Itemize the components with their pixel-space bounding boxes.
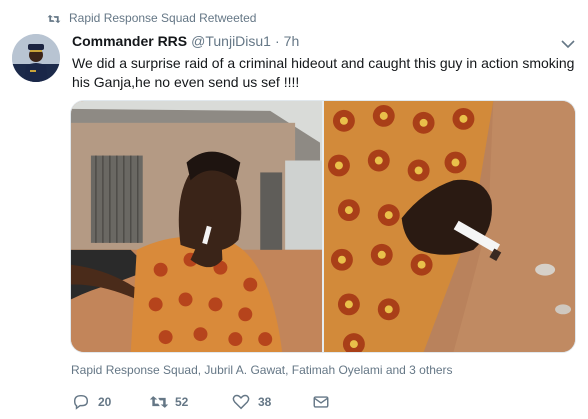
tweet-header: Commander RRS @TunjiDisu1 · 7h [72, 33, 299, 51]
like-button[interactable]: 38 [232, 392, 271, 412]
avatar[interactable] [12, 34, 60, 82]
retweet-icon [149, 393, 169, 411]
tweet-media[interactable] [70, 100, 576, 353]
separator-dot: · [274, 33, 280, 49]
retweet-count: 52 [175, 395, 189, 409]
likers-summary[interactable]: Rapid Response Squad, Jubril A. Gawat, F… [71, 363, 453, 377]
retweet-icon [47, 12, 61, 24]
retweet-context-label[interactable]: Rapid Response Squad Retweeted [69, 11, 256, 25]
tweet-timestamp[interactable]: 7h [284, 33, 300, 49]
heart-icon [232, 393, 250, 411]
envelope-icon [312, 393, 330, 411]
retweet-context[interactable]: Rapid Response Squad Retweeted [47, 10, 256, 26]
photo-man-smoking[interactable] [71, 101, 322, 352]
author-name[interactable]: Commander RRS [72, 33, 187, 49]
reply-icon [72, 393, 90, 411]
reply-count: 20 [98, 395, 112, 409]
reply-button[interactable]: 20 [72, 392, 111, 412]
tweet-text: We did a surprise raid of a criminal hid… [72, 55, 575, 90]
photo-hand-cigarette[interactable] [324, 101, 575, 352]
retweet-button[interactable]: 52 [149, 392, 188, 412]
like-count: 38 [258, 395, 272, 409]
chevron-down-icon[interactable] [561, 36, 575, 49]
direct-message-button[interactable] [312, 392, 330, 412]
author-handle[interactable]: @TunjiDisu1 [191, 33, 271, 49]
